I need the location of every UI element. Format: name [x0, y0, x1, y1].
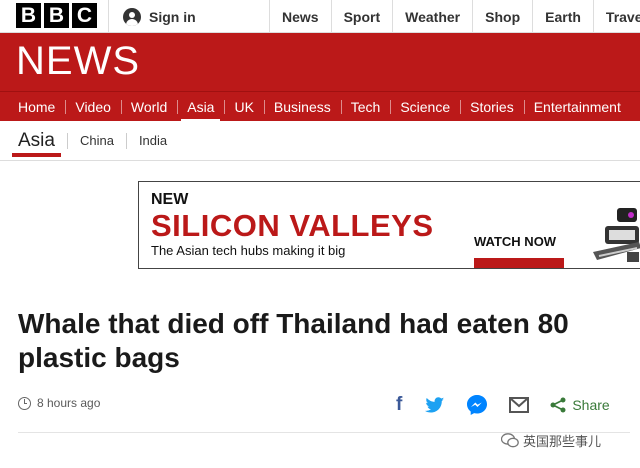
promo-kicker: NEW	[151, 191, 189, 208]
twitter-icon[interactable]	[424, 394, 446, 416]
sub-nav: Asia China India	[0, 121, 640, 161]
promo-title: SILICON VALLEYS	[151, 208, 434, 243]
clock-icon	[18, 396, 31, 410]
facebook-icon[interactable]: f	[396, 394, 402, 416]
section-nav-business[interactable]: Business	[263, 92, 341, 121]
section-nav-tech[interactable]: Tech	[340, 92, 391, 121]
share-icon	[550, 397, 566, 413]
user-icon	[123, 7, 141, 26]
section-nav: Home Video World Asia UK Business Tech S…	[0, 91, 640, 121]
section-nav-video[interactable]: Video	[65, 92, 121, 121]
watermark-text: 英国那些事儿	[523, 434, 602, 449]
share-tools: f Share	[396, 394, 610, 416]
bbc-logo-letter: B	[44, 3, 69, 28]
wechat-icon	[501, 433, 519, 448]
email-icon[interactable]	[508, 394, 530, 416]
news-logo[interactable]: NEWS	[16, 39, 140, 84]
section-nav-asia[interactable]: Asia	[177, 92, 224, 121]
signin-label: Sign in	[149, 8, 196, 25]
global-nav-news[interactable]: News	[269, 0, 331, 33]
promo-subtitle: The Asian tech hubs making it big	[151, 243, 346, 258]
section-nav-science[interactable]: Science	[390, 92, 460, 121]
section-nav-world[interactable]: World	[120, 92, 177, 121]
section-nav-uk[interactable]: UK	[224, 92, 263, 121]
article-headline: Whale that died off Thailand had eaten 8…	[18, 308, 569, 373]
news-banner: NEWS	[0, 33, 640, 91]
bbc-logo[interactable]: B B C	[16, 3, 97, 28]
sub-nav-china[interactable]: China	[66, 132, 126, 149]
global-nav: News Sport Weather Shop Earth Travel	[269, 0, 640, 33]
sub-nav-asia[interactable]: Asia	[12, 121, 61, 161]
global-header: B B C Sign in News Sport Weather Shop Ea…	[0, 0, 640, 33]
bbc-logo-letter: C	[72, 3, 97, 28]
share-label: Share	[572, 397, 610, 413]
section-nav-home[interactable]: Home	[0, 92, 65, 121]
watch-now-button[interactable]: WATCH NOW	[474, 234, 556, 249]
signin-link[interactable]: Sign in	[108, 0, 196, 33]
global-nav-weather[interactable]: Weather	[392, 0, 472, 33]
messenger-icon[interactable]	[466, 394, 488, 416]
global-nav-earth[interactable]: Earth	[532, 0, 593, 33]
watch-now-bar	[474, 258, 564, 268]
section-nav-stories[interactable]: Stories	[460, 92, 524, 121]
article-timestamp: 8 hours ago	[37, 396, 101, 410]
robot-illustration	[587, 182, 640, 268]
bbc-logo-letter: B	[16, 3, 41, 28]
share-button[interactable]: Share	[550, 397, 610, 413]
global-nav-shop[interactable]: Shop	[472, 0, 532, 33]
global-nav-travel[interactable]: Travel	[592, 0, 640, 33]
sub-nav-india[interactable]: India	[125, 132, 179, 149]
promo-banner[interactable]: NEW SILICON VALLEYS The Asian tech hubs …	[138, 181, 640, 269]
global-nav-sport[interactable]: Sport	[330, 0, 393, 33]
section-nav-entertainment[interactable]: Entertainment	[523, 92, 631, 121]
article-meta: 8 hours ago	[18, 396, 100, 410]
watermark: 英国那些事儿	[501, 431, 601, 450]
